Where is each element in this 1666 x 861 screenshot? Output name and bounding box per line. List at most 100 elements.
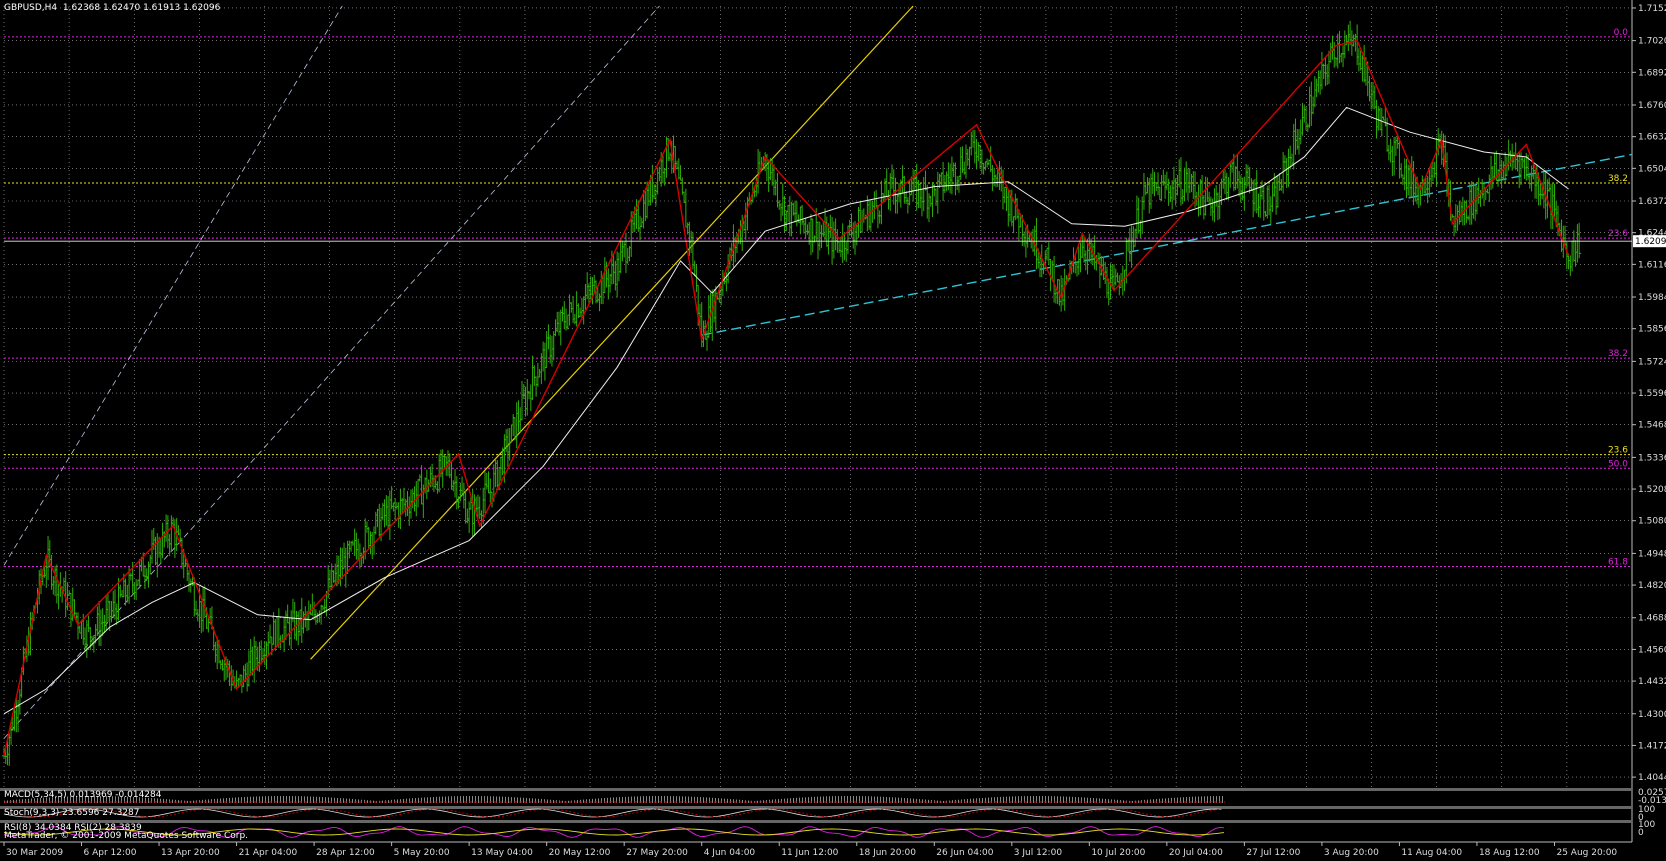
fib-level-label: 38.2 bbox=[1608, 174, 1628, 184]
macd-histogram-bar bbox=[1072, 796, 1073, 803]
macd-histogram-bar bbox=[712, 797, 713, 803]
macd-histogram-bar bbox=[958, 799, 959, 803]
macd-histogram-bar bbox=[358, 799, 359, 803]
fib-level-label: 50.0 bbox=[1608, 459, 1628, 469]
macd-histogram-bar bbox=[1093, 798, 1094, 803]
x-tick-label: 11 Jun 12:00 bbox=[781, 848, 838, 858]
macd-histogram-bar bbox=[622, 796, 623, 803]
macd-histogram-bar bbox=[1123, 800, 1124, 803]
macd-histogram-bar bbox=[847, 796, 848, 803]
macd-histogram-bar bbox=[658, 796, 659, 803]
macd-histogram-bar bbox=[232, 797, 233, 803]
macd-histogram-bar bbox=[943, 800, 944, 803]
y-tick-label: 1.67600 bbox=[1638, 101, 1666, 111]
macd-histogram-bar bbox=[898, 797, 899, 803]
macd-histogram-bar bbox=[175, 799, 176, 803]
macd-histogram-bar bbox=[16, 799, 17, 803]
macd-histogram-bar bbox=[448, 796, 449, 803]
macd-histogram-bar bbox=[403, 798, 404, 803]
macd-histogram-bar bbox=[1207, 796, 1208, 803]
macd-histogram-bar bbox=[313, 796, 314, 803]
macd-histogram-bar bbox=[1183, 797, 1184, 803]
macd-histogram-bar bbox=[982, 797, 983, 803]
x-tick-label: 26 Jun 04:00 bbox=[936, 848, 993, 858]
y-tick-label: 1.58560 bbox=[1638, 325, 1666, 335]
y-tick-label: 1.44320 bbox=[1638, 677, 1666, 687]
zigzag-line bbox=[3, 39, 1570, 756]
macd-histogram-bar bbox=[928, 799, 929, 803]
macd-histogram-bar bbox=[532, 798, 533, 803]
macd-histogram-bar bbox=[328, 797, 329, 803]
stoch-label: Stoch(9,3,3) 23.6596 27.3287 bbox=[4, 808, 140, 818]
y-tick-label: 1.59840 bbox=[1638, 293, 1666, 303]
macd-histogram-bar bbox=[682, 796, 683, 803]
y-tick-label: 1.41720 bbox=[1638, 741, 1666, 751]
fib-level-label: 23.6 bbox=[1608, 229, 1628, 239]
macd-histogram-bar bbox=[1048, 796, 1049, 803]
macd-histogram-bar bbox=[568, 800, 569, 803]
yellow-trendline bbox=[310, 5, 914, 660]
macd-histogram-bar bbox=[577, 800, 578, 803]
macd-histogram-bar bbox=[862, 796, 863, 803]
macd-histogram-bar bbox=[1078, 797, 1079, 803]
macd-histogram-bar bbox=[523, 797, 524, 803]
macd-histogram-bar bbox=[1138, 800, 1139, 803]
x-tick-label: 28 Apr 12:00 bbox=[316, 848, 375, 858]
macd-histogram-bar bbox=[637, 796, 638, 803]
macd-histogram-bar bbox=[268, 796, 269, 803]
macd-histogram-bar bbox=[778, 799, 779, 803]
macd-histogram-bar bbox=[1177, 797, 1178, 803]
macd-histogram-bar bbox=[1144, 799, 1145, 803]
macd-histogram-bar bbox=[643, 796, 644, 803]
macd-histogram-bar bbox=[193, 800, 194, 803]
macd-histogram-bar bbox=[793, 797, 794, 803]
macd-histogram-bar bbox=[592, 798, 593, 803]
macd-histogram-bar bbox=[253, 796, 254, 803]
y-tick-label: 1.48200 bbox=[1638, 581, 1666, 591]
macd-histogram-bar bbox=[802, 797, 803, 803]
macd-histogram-bar bbox=[853, 796, 854, 803]
macd-histogram-bar bbox=[748, 800, 749, 803]
macd-histogram-bar bbox=[952, 800, 953, 803]
macd-histogram-bar bbox=[667, 796, 668, 803]
macd-histogram-bar bbox=[163, 798, 164, 803]
macd-histogram-bar bbox=[13, 799, 14, 803]
y-tick-label: 1.65040 bbox=[1638, 164, 1666, 174]
macd-histogram-bar bbox=[1102, 798, 1103, 803]
macd-histogram-bar bbox=[487, 796, 488, 803]
y-tick-label: 1.54680 bbox=[1638, 421, 1666, 431]
moving-average-line bbox=[3, 106, 1569, 715]
macd-histogram-bar bbox=[397, 799, 398, 803]
x-tick-label: 13 May 04:00 bbox=[471, 848, 533, 858]
macd-histogram-bar bbox=[1192, 796, 1193, 803]
macd-histogram-bar bbox=[1117, 799, 1118, 803]
macd-histogram-bar bbox=[562, 800, 563, 803]
macd-histogram-bar bbox=[1033, 796, 1034, 803]
macd-histogram-bar bbox=[1057, 796, 1058, 803]
macd-histogram-bar bbox=[1018, 796, 1019, 803]
y-tick-label: 1.57240 bbox=[1638, 357, 1666, 367]
macd-histogram-bar bbox=[262, 796, 263, 803]
macd-histogram-bar bbox=[472, 796, 473, 803]
macd-histogram-bar bbox=[298, 796, 299, 803]
macd-histogram-bar bbox=[892, 797, 893, 803]
macd-histogram-bar bbox=[1222, 796, 1223, 803]
macd-histogram-bar bbox=[391, 799, 392, 803]
macd-histogram-bar bbox=[580, 799, 581, 803]
macd-histogram-bar bbox=[7, 800, 8, 803]
x-tick-label: 27 May 20:00 bbox=[626, 848, 688, 858]
macd-histogram-bar bbox=[427, 797, 428, 803]
macd-histogram-bar bbox=[967, 799, 968, 803]
macd-histogram-bar bbox=[598, 798, 599, 803]
macd-histogram-bar bbox=[457, 796, 458, 803]
macd-histogram-bar bbox=[493, 796, 494, 803]
macd-histogram-bar bbox=[769, 799, 770, 803]
macd-histogram-bar bbox=[208, 799, 209, 803]
rsi-scale-label: 0 bbox=[1638, 828, 1644, 838]
y-tick-label: 1.45600 bbox=[1638, 645, 1666, 655]
macd-histogram-bar bbox=[772, 799, 773, 803]
y-tick-label: 1.49480 bbox=[1638, 549, 1666, 559]
price-chart[interactable]: 1.71520 1.70200 1.68920 1.67600 1.66320 1.650… bbox=[0, 0, 1666, 861]
macd-histogram-bar bbox=[1108, 799, 1109, 803]
x-tick-label: 20 May 12:00 bbox=[549, 848, 611, 858]
